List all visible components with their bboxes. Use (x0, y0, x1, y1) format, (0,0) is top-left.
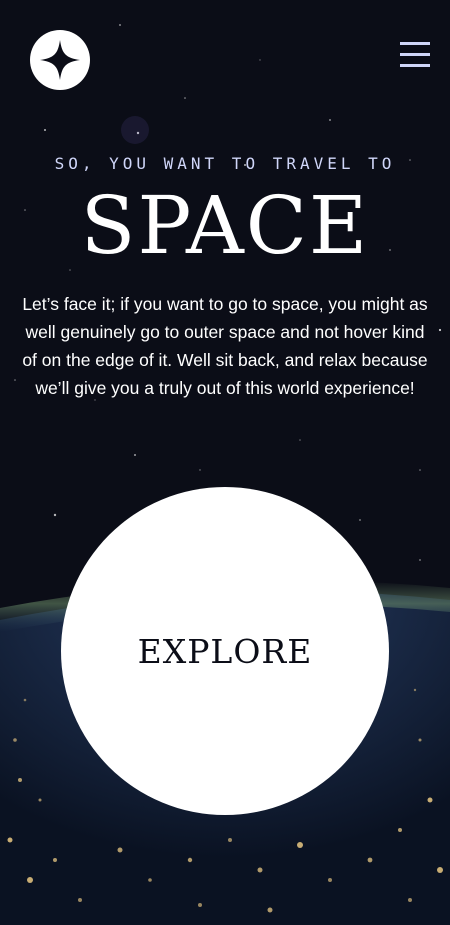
hero-body: Let’s face it; if you want to go to spac… (22, 294, 428, 398)
hero-eyebrow: SO, YOU WANT TO TRAVEL TO (54, 154, 396, 173)
star-logo-icon (30, 30, 90, 90)
logo[interactable] (30, 30, 90, 90)
home-page: SO, YOU WANT TO TRAVEL TO SPACE Let’s fa… (0, 0, 450, 925)
hero-title: SPACE (80, 179, 370, 272)
menu-bar (400, 53, 430, 56)
hamburger-menu-icon[interactable] (400, 42, 430, 68)
explore-button[interactable]: EXPLORE (61, 487, 389, 815)
menu-bar (400, 42, 430, 45)
menu-bar (400, 64, 430, 67)
